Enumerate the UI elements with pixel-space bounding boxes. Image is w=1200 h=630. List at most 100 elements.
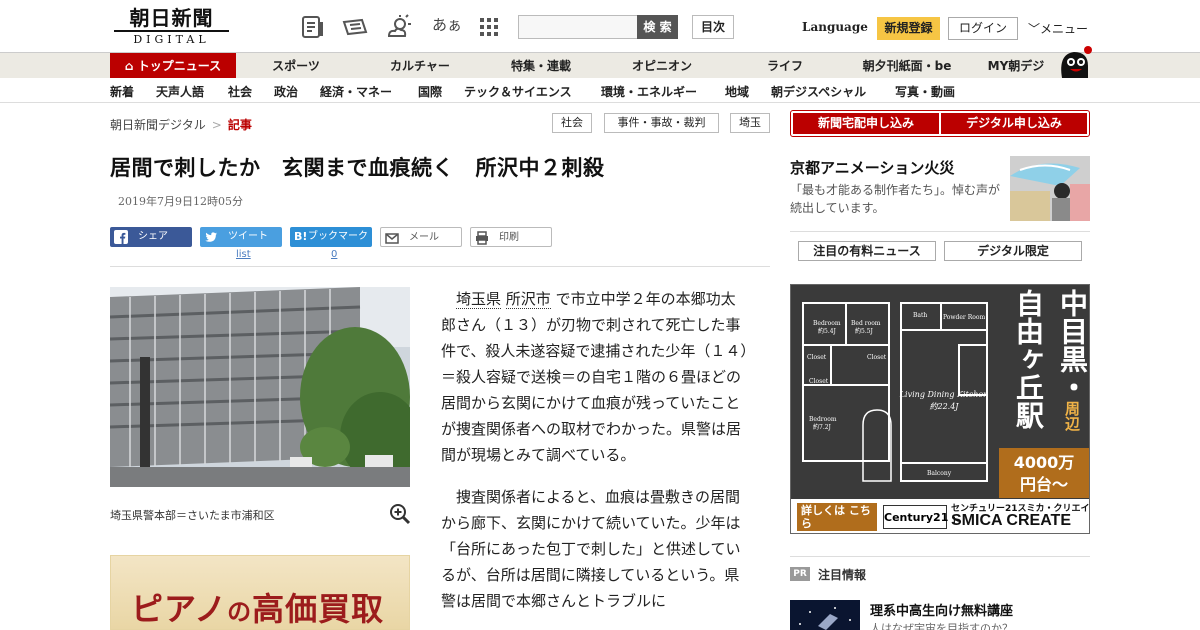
nav2-environment[interactable]: 環境・エネルギー <box>601 83 697 100</box>
tag-society[interactable]: 社会 <box>552 113 592 133</box>
print-icon <box>476 231 488 245</box>
twitter-share-button[interactable]: ツイート <box>200 227 282 247</box>
tag-saitama[interactable]: 埼玉 <box>730 113 770 133</box>
feature-description[interactable]: 「最も才能ある制作者たち」。悼む声が続出しています。 <box>790 181 1004 217</box>
nav-culture[interactable]: カルチャー <box>378 53 462 79</box>
site-header: 朝日新聞 DIGITAL あぁ 検 索 目次 Language 新規登録 ログイ… <box>0 0 1200 52</box>
room-label: Balcony <box>927 470 952 477</box>
digital-subscribe-button[interactable]: デジタル申し込み <box>941 113 1087 134</box>
mascot-icon[interactable] <box>1056 44 1092 78</box>
weather-icon[interactable] <box>386 14 412 40</box>
nav2-world[interactable]: 国際 <box>418 83 442 100</box>
divider <box>110 266 770 267</box>
ad-text-a: ピアノ <box>131 590 228 628</box>
facebook-icon <box>114 230 128 244</box>
nav-feature[interactable]: 特集・連載 <box>498 53 584 79</box>
mail-button[interactable]: メール <box>380 227 462 247</box>
room-label: Living Dining Kitchen <box>899 390 989 399</box>
paragraph: 埼玉県 所沢市 で市立中学２年の本郷功太郎さん（１３）が刃物で刺されて死亡した事… <box>441 286 749 468</box>
breadcrumb-separator: > <box>211 118 222 132</box>
ad-area-b: 周辺 <box>1063 401 1081 431</box>
divider <box>790 231 1090 232</box>
menu-label: メニュー <box>1040 22 1089 36</box>
hatena-icon: B! <box>294 230 308 243</box>
zoom-icon[interactable] <box>389 503 411 525</box>
nav2-politics[interactable]: 政治 <box>274 83 298 100</box>
floor-plan-image: Bedroom 約5.4J Bed room 約5.5J Bedroom 約7.… <box>791 285 999 499</box>
newspaper-delivery-button[interactable]: 新聞宅配申し込み <box>793 113 939 134</box>
hatena-bookmark-button[interactable]: B! ブックマーク <box>290 227 372 247</box>
room-label: 約5.5J <box>855 327 874 335</box>
nav-opinion[interactable]: オピニオン <box>618 53 706 79</box>
toc-button[interactable]: 目次 <box>692 15 734 39</box>
twitter-share-label: ツイート <box>228 231 268 242</box>
primary-nav: ⌂ トップニュース スポーツ カルチャー 特集・連載 オピニオン ライフ 朝夕刊… <box>0 52 1200 79</box>
paragraph: 捜査関係者によると、血痕は畳敷きの居間から廊下、玄関にかけて続いていた。少年は「… <box>441 488 741 610</box>
twitter-icon <box>205 232 217 242</box>
room-label: Bed room <box>851 320 881 327</box>
article-body: 埼玉県 所沢市 で市立中学２年の本郷功太郎さん（１３）が刃物で刺されて死亡した事… <box>441 286 749 630</box>
nav-paper[interactable]: 朝夕刊紙面・be <box>852 53 962 79</box>
pr-image[interactable] <box>790 600 860 630</box>
twitter-list-link[interactable]: list <box>236 249 251 260</box>
feature-title[interactable]: 京都アニメーション火災 <box>790 157 954 178</box>
pr-subtext[interactable]: 人はなぜ宇宙を目指すのか？ <box>870 620 1013 630</box>
nav2-society[interactable]: 社会 <box>228 83 252 100</box>
register-button[interactable]: 新規登録 <box>877 17 940 40</box>
nav-top-news[interactable]: ⌂ トップニュース <box>110 53 236 79</box>
article-headline: 居間で刺したか 玄関まで血痕続く 所沢中２刺殺 <box>110 156 605 180</box>
ad-more-button[interactable]: 詳しくは こちら <box>797 503 877 531</box>
facebook-share-label: シェア <box>138 231 168 242</box>
pr-headline[interactable]: 理系中高生向け無料講座 <box>870 600 1013 619</box>
article-date: 2019年7月9日12時05分 <box>118 195 243 208</box>
link-saitama[interactable]: 埼玉県 <box>456 290 502 309</box>
grid-menu-icon[interactable] <box>476 14 502 40</box>
photo-caption: 埼玉県警本部＝さいたま市浦和区 <box>110 509 275 522</box>
search-input[interactable] <box>518 15 638 39</box>
divider <box>790 556 1090 557</box>
article-photo[interactable] <box>110 287 410 487</box>
room-label: Closet <box>867 354 887 361</box>
nav2-photo[interactable]: 写真・動画 <box>895 83 955 100</box>
coupon-icon[interactable] <box>342 14 368 40</box>
link-tokorozawa[interactable]: 所沢市 <box>505 290 551 309</box>
hatena-label: ブックマーク <box>308 231 368 242</box>
nav2-tensei[interactable]: 天声人語 <box>156 83 204 100</box>
tab-digital-only[interactable]: デジタル限定 <box>944 241 1082 261</box>
logo-jp: 朝日新聞 <box>129 6 214 30</box>
ad-station-text: 自由ヶ丘駅 <box>1012 289 1045 429</box>
room-label: Closet <box>809 378 829 385</box>
nav2-special[interactable]: 朝デジスペシャル <box>771 83 866 100</box>
facebook-share-button[interactable]: シェア <box>110 227 192 247</box>
room-label: Bedroom <box>813 320 841 327</box>
hatena-count[interactable]: 0 <box>331 249 337 260</box>
ad-real-estate[interactable]: Bedroom 約5.4J Bed room 約5.5J Bedroom 約7.… <box>790 284 1090 534</box>
tag-incident[interactable]: 事件・事故・裁判 <box>604 113 719 133</box>
newspaper-icon[interactable] <box>300 14 326 40</box>
nav-my-asadigi[interactable]: MY朝デジ <box>980 53 1052 79</box>
nav2-region[interactable]: 地域 <box>725 83 749 100</box>
nav-life[interactable]: ライフ <box>752 53 818 79</box>
room-label: Powder Room <box>943 314 985 321</box>
nav2-new[interactable]: 新着 <box>110 83 134 100</box>
login-button[interactable]: ログイン <box>948 17 1018 40</box>
font-size-icon[interactable]: あぁ <box>432 14 462 35</box>
pr-badge: PR <box>790 567 810 581</box>
print-button[interactable]: 印刷 <box>470 227 552 247</box>
site-logo[interactable]: 朝日新聞 DIGITAL <box>114 7 229 47</box>
room-label: 約5.4J <box>818 327 837 335</box>
room-label: Bedroom <box>809 416 837 423</box>
ad-piano-buyback[interactable]: ピアノの高価買取 <box>110 555 410 630</box>
breadcrumb-current: 記事 <box>227 118 252 132</box>
nav-sports[interactable]: スポーツ <box>256 53 336 79</box>
language-link[interactable]: Language <box>802 20 868 34</box>
tab-paid-news[interactable]: 注目の有料ニュース <box>798 241 936 261</box>
breadcrumb-home[interactable]: 朝日新聞デジタル <box>110 118 206 132</box>
menu-button[interactable]: ﹀メニュー <box>1028 20 1088 37</box>
search-button[interactable]: 検 索 <box>637 15 678 39</box>
feature-image[interactable] <box>1010 156 1090 221</box>
secondary-nav: 新着 天声人語 社会 政治 経済・マネー 国際 テック＆サイエンス 環境・エネル… <box>0 78 1200 103</box>
room-label: Bath <box>913 312 927 319</box>
nav2-economy[interactable]: 経済・マネー <box>320 83 392 100</box>
nav2-tech[interactable]: テック＆サイエンス <box>464 83 572 100</box>
